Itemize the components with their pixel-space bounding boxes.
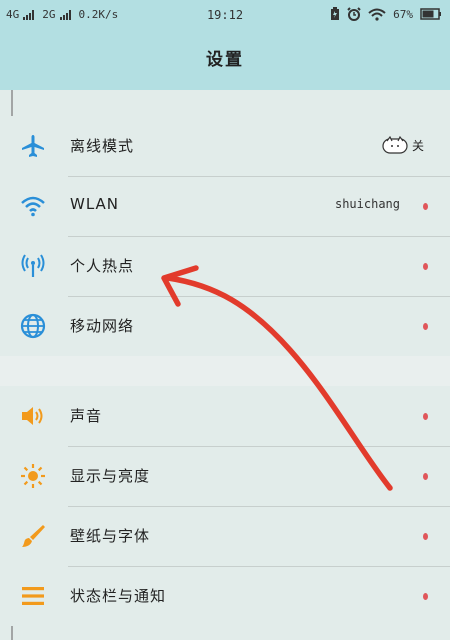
status-bar: 4G 2G 0.2K/s 19:12 67% (0, 0, 450, 30)
battery-icon (420, 8, 441, 20)
chevron-right-icon (423, 263, 428, 270)
status-right: 67% (330, 7, 442, 21)
toggle-state-label: 关 (411, 138, 424, 153)
settings-item-wlan[interactable]: WLAN shuichang (0, 176, 450, 236)
settings-item-label: 个人热点 (70, 257, 135, 275)
wifi-status-icon (368, 8, 386, 21)
chevron-right-icon (423, 323, 428, 330)
settings-item-mobile-network[interactable]: 移动网络 (0, 296, 450, 356)
group-divider (0, 356, 450, 386)
airplane-icon (18, 132, 48, 160)
alarm-icon (347, 7, 361, 21)
settings-group-network: 离线模式 关 WLAN shuichang 个人热点 移动网络 (0, 116, 450, 356)
chevron-right-icon (423, 203, 428, 210)
menu-icon (18, 582, 48, 610)
wlan-network-name: shuichang (334, 197, 400, 211)
page-title: 设置 (0, 30, 450, 90)
chevron-right-icon (423, 593, 428, 600)
settings-page: 离线模式 关 WLAN shuichang 个人热点 移动网络 声音 显示与亮度… (0, 90, 450, 640)
settings-item-display[interactable]: 显示与亮度 (0, 446, 450, 506)
chevron-right-icon (423, 413, 428, 420)
hotspot-icon (18, 252, 48, 280)
airplane-toggle[interactable]: 关 (382, 136, 424, 154)
battery-charging-icon (331, 7, 340, 20)
speaker-icon (18, 402, 48, 430)
globe-icon (18, 312, 48, 340)
settings-item-label: 壁纸与字体 (70, 527, 151, 545)
settings-item-status-bar[interactable]: 状态栏与通知 (0, 566, 450, 626)
brush-icon (18, 522, 48, 550)
settings-item-airplane-mode[interactable]: 离线模式 关 (0, 116, 450, 176)
sun-icon (18, 462, 48, 490)
settings-item-label: 离线模式 (70, 137, 135, 155)
toggle-face-icon (382, 136, 408, 154)
chevron-right-icon (423, 473, 428, 480)
settings-item-sound[interactable]: 声音 (0, 386, 450, 446)
settings-item-label: WLAN (70, 195, 120, 213)
settings-item-label: 声音 (70, 407, 103, 425)
settings-item-label: 显示与亮度 (70, 467, 151, 485)
wifi-icon (18, 192, 48, 220)
settings-item-label: 状态栏与通知 (70, 587, 167, 605)
settings-item-label: 移动网络 (70, 317, 135, 335)
settings-item-hotspot[interactable]: 个人热点 (0, 236, 450, 296)
settings-item-wallpaper[interactable]: 壁纸与字体 (0, 506, 450, 566)
battery-percent: 67% (393, 7, 413, 21)
chevron-right-icon (423, 533, 428, 540)
settings-group-display: 声音 显示与亮度 壁纸与字体 状态栏与通知 (0, 386, 450, 626)
